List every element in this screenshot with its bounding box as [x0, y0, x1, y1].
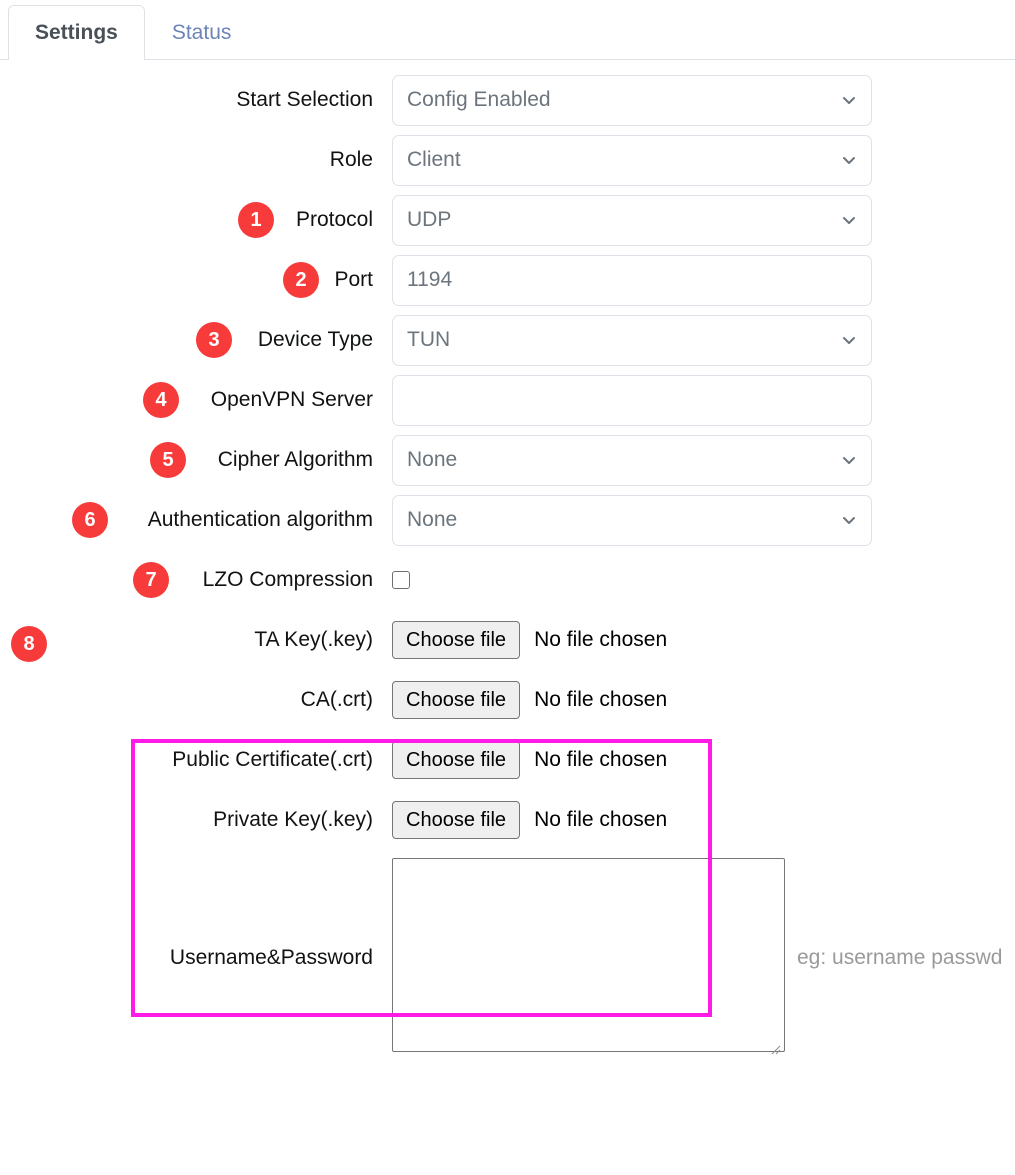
- form-label-text: Device Type: [257, 328, 373, 351]
- form-row-cipher-algorithm: 5 Cipher Algorithm None: [0, 430, 1015, 490]
- tab-settings-label: Settings: [35, 21, 118, 44]
- form-row-private-key: Private Key(.key) Choose file No file ch…: [0, 790, 1015, 850]
- start-selection-select[interactable]: Config Enabled: [392, 74, 872, 126]
- form-row-role: Role Client: [0, 130, 1015, 190]
- form-label-text: TA Key(.key): [254, 628, 373, 651]
- start-selection-value: Config Enabled: [407, 88, 551, 111]
- device-type-select[interactable]: TUN: [392, 314, 872, 366]
- lzo-compression-checkbox[interactable]: [392, 571, 410, 589]
- form-label-text: Protocol: [295, 208, 373, 231]
- step-badge-4: 4: [143, 382, 179, 418]
- form-label-text: Username&Password: [169, 945, 373, 969]
- form-row-public-certificate: Public Certificate(.crt) Choose file No …: [0, 730, 1015, 790]
- label-ca-crt: CA(.crt): [0, 688, 375, 712]
- chevron-down-icon: [841, 152, 857, 168]
- ta-key-file-status: No file chosen: [534, 628, 668, 651]
- step-badge-6: 6: [72, 502, 108, 538]
- label-public-certificate: Public Certificate(.crt): [0, 748, 375, 772]
- tab-bar: Settings Status: [0, 0, 1015, 60]
- label-cipher-algorithm: 5 Cipher Algorithm: [0, 442, 375, 478]
- label-ta-key: 8 TA Key(.key): [0, 626, 375, 663]
- device-type-value: TUN: [407, 328, 451, 351]
- chevron-down-icon: [841, 452, 857, 468]
- step-badge-2: 2: [283, 262, 319, 298]
- chevron-down-icon: [841, 332, 857, 348]
- label-openvpn-server: 4 OpenVPN Server: [0, 382, 375, 418]
- openvpn-server-input[interactable]: [392, 374, 872, 426]
- authentication-algorithm-select[interactable]: None: [392, 494, 872, 546]
- private-key-choose-file-button[interactable]: Choose file: [392, 801, 521, 839]
- public-certificate-file-status: No file chosen: [534, 748, 668, 771]
- tab-settings[interactable]: Settings: [8, 5, 145, 60]
- step-badge-1: 1: [238, 202, 274, 238]
- label-role: Role: [0, 148, 375, 172]
- port-value: 1194: [407, 268, 453, 291]
- form-row-openvpn-server: 4 OpenVPN Server: [0, 370, 1015, 430]
- form-label-text: LZO Compression: [202, 568, 373, 591]
- label-authentication-algorithm: 6 Authentication algorithm: [0, 502, 375, 538]
- port-input[interactable]: 1194: [392, 254, 872, 306]
- step-badge-8: 8: [11, 626, 47, 663]
- private-key-file-status: No file chosen: [534, 808, 668, 831]
- label-protocol: 1 Protocol: [0, 202, 375, 238]
- step-badge-5: 5: [150, 442, 186, 478]
- form-row-start-selection: Start Selection Config Enabled: [0, 70, 1015, 130]
- form-label-text: Cipher Algorithm: [217, 448, 373, 471]
- form-row-ca-crt: CA(.crt) Choose file No file chosen: [0, 670, 1015, 730]
- form-row-lzo-compression: 7 LZO Compression: [0, 550, 1015, 610]
- cipher-algorithm-select[interactable]: None: [392, 434, 872, 486]
- ca-crt-choose-file-button[interactable]: Choose file: [392, 681, 521, 719]
- form-label-text: Role: [329, 148, 373, 171]
- form-label-text: CA(.crt): [300, 688, 373, 711]
- form-row-port: 2 Port 1194: [0, 250, 1015, 310]
- form-row-ta-key: 8 TA Key(.key) Choose file No file chose…: [0, 610, 1015, 670]
- form-label-text: Public Certificate(.crt): [172, 748, 373, 771]
- cipher-algorithm-value: None: [407, 448, 458, 471]
- step-badge-3: 3: [196, 322, 232, 358]
- tab-status-label: Status: [171, 21, 232, 44]
- form-label-text: Port: [334, 268, 373, 291]
- label-private-key: Private Key(.key): [0, 808, 375, 832]
- role-value: Client: [407, 148, 461, 171]
- label-start-selection: Start Selection: [0, 88, 375, 112]
- username-password-hint: eg: username passwd: [797, 945, 1003, 969]
- form-row-username-password: Username&Password eg: username passwd: [0, 850, 1015, 1065]
- label-username-password: Username&Password: [0, 946, 375, 970]
- form-row-protocol: 1 Protocol UDP: [0, 190, 1015, 250]
- ca-crt-file-status: No file chosen: [534, 688, 668, 711]
- role-select[interactable]: Client: [392, 134, 872, 186]
- step-badge-7: 7: [133, 562, 169, 598]
- form-label-text: OpenVPN Server: [210, 388, 373, 411]
- openvpn-settings-form: Start Selection Config Enabled Role Clie…: [0, 60, 1015, 1065]
- chevron-down-icon: [841, 212, 857, 228]
- form-label-text: Private Key(.key): [213, 808, 373, 831]
- label-device-type: 3 Device Type: [0, 322, 375, 358]
- protocol-select[interactable]: UDP: [392, 194, 872, 246]
- ta-key-choose-file-button[interactable]: Choose file: [392, 621, 521, 659]
- form-label-text: Start Selection: [236, 88, 373, 111]
- protocol-value: UDP: [407, 208, 452, 231]
- username-password-textarea[interactable]: [392, 858, 785, 1052]
- form-label-text: Authentication algorithm: [147, 508, 373, 531]
- authentication-algorithm-value: None: [407, 508, 458, 531]
- label-port: 2 Port: [0, 262, 375, 298]
- form-row-device-type: 3 Device Type TUN: [0, 310, 1015, 370]
- tab-status[interactable]: Status: [145, 5, 259, 60]
- chevron-down-icon: [841, 92, 857, 108]
- label-lzo-compression: 7 LZO Compression: [0, 562, 375, 598]
- public-certificate-choose-file-button[interactable]: Choose file: [392, 741, 521, 779]
- chevron-down-icon: [841, 512, 857, 528]
- form-row-authentication-algorithm: 6 Authentication algorithm None: [0, 490, 1015, 550]
